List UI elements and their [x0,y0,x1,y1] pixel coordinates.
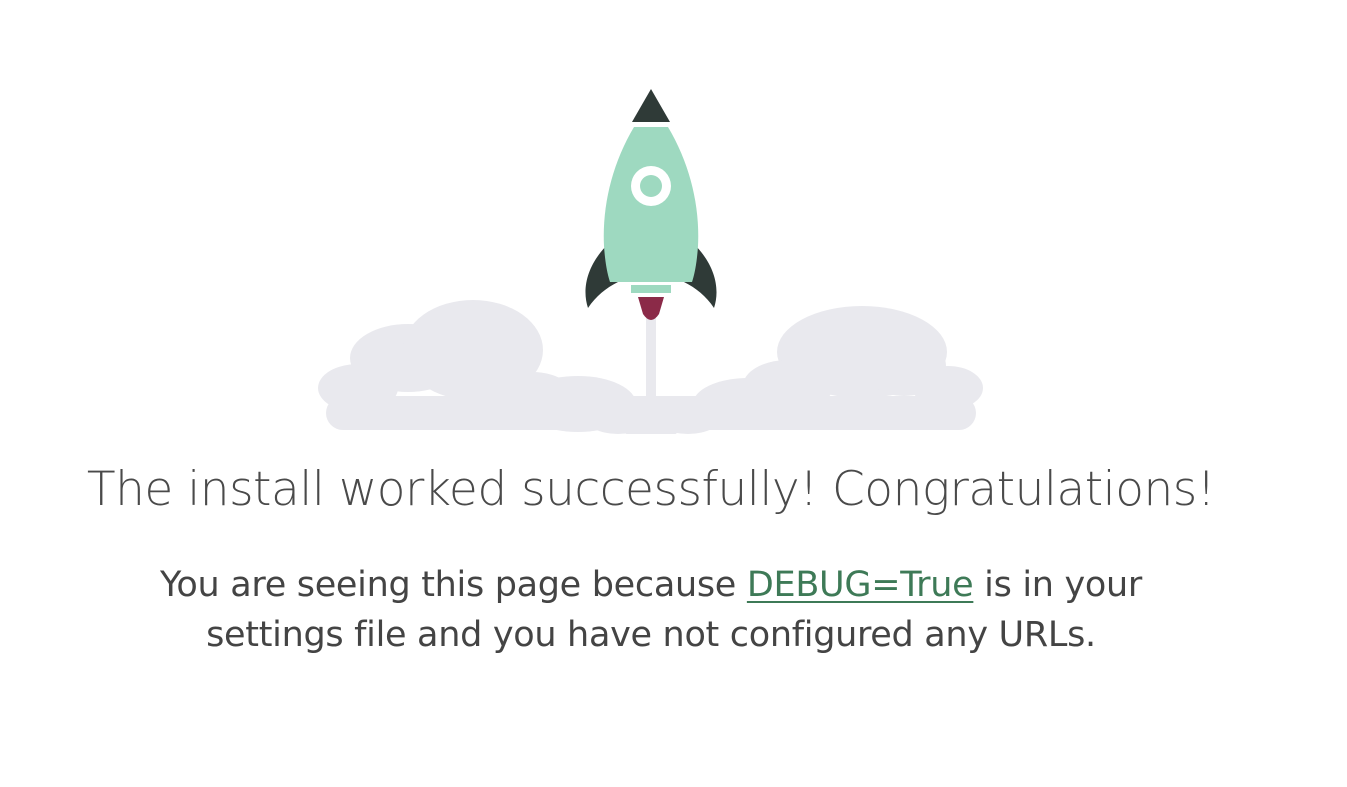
message-text-before: You are seeing this page because [159,565,747,605]
page: The install worked successfully! Congrat… [0,0,1347,787]
info-message: You are seeing this page because DEBUG=T… [150,560,1152,660]
rocket-icon [585,89,717,320]
rocket-launch-illustration [318,89,983,434]
debug-docs-link[interactable]: DEBUG=True [747,565,974,605]
smoke-trail [646,318,656,412]
page-title: The install worked successfully! Congrat… [86,462,1216,517]
